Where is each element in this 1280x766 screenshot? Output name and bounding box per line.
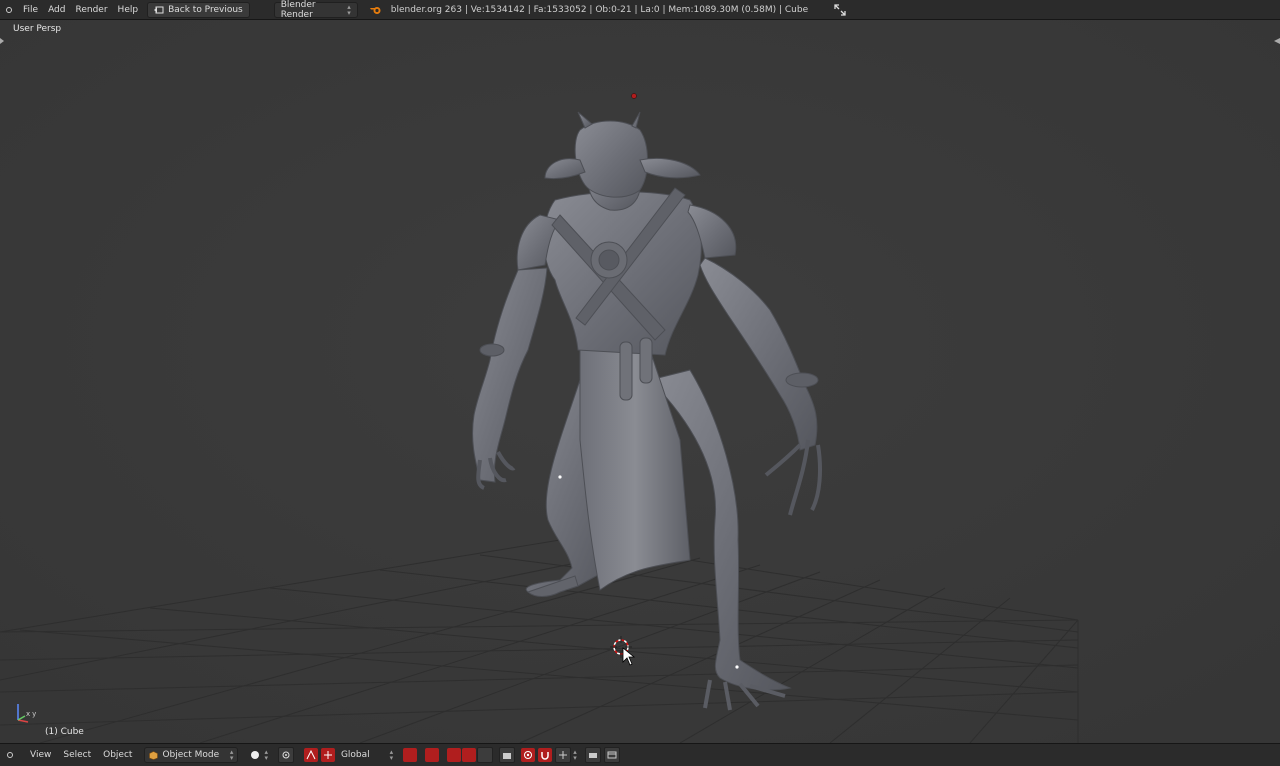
view-perspective-label: User Persp	[13, 24, 62, 34]
menu-render[interactable]: Render	[71, 0, 113, 19]
axis-labels: xy	[26, 710, 36, 718]
back-to-previous-label: Back to Previous	[168, 4, 243, 15]
scene-stats: blender.org 263 | Ve:1534142 | Fa:153305…	[390, 4, 809, 15]
updown-icon: ▴ ▾	[573, 748, 577, 762]
viewport-shading-icon[interactable]	[248, 748, 262, 762]
updown-icon: ▴ ▾	[347, 2, 351, 17]
editor-type-icon[interactable]	[0, 751, 18, 759]
translate-manipulator-icon[interactable]	[320, 748, 335, 762]
3d-viewport[interactable]: User Persp xy (1) Cube	[0, 20, 1280, 743]
editor-type-icon[interactable]	[0, 0, 18, 19]
layer-button-4[interactable]	[462, 748, 477, 762]
pivot-point-icon[interactable]	[277, 747, 294, 763]
object-mode-icon	[149, 750, 159, 760]
menu-file[interactable]: File	[18, 0, 43, 19]
layer-button-1[interactable]	[403, 748, 418, 762]
layer-button-2[interactable]	[425, 748, 440, 762]
back-icon	[154, 6, 164, 14]
menu-select[interactable]: Select	[57, 750, 97, 760]
transform-orientation-select[interactable]: Global ▴ ▾	[335, 748, 399, 762]
render-animation-icon[interactable]	[603, 747, 620, 763]
top-header: File Add Render Help Back to Previous Bl…	[0, 0, 1280, 20]
menu-add[interactable]: Add	[43, 0, 70, 19]
updown-icon: ▴ ▾	[389, 748, 394, 762]
object-origin-dot	[631, 93, 637, 99]
snap-element-icon[interactable]	[555, 747, 572, 763]
menu-help[interactable]: Help	[113, 0, 144, 19]
render-engine-value: Blender Render	[280, 0, 316, 20]
render-engine-select[interactable]: Blender Render ▴ ▾	[273, 0, 358, 20]
proportional-edit-icon[interactable]	[521, 748, 536, 762]
axis-y-label: y	[32, 710, 37, 718]
active-object-label: (1) Cube	[45, 727, 84, 737]
layer-button-5[interactable]	[477, 747, 494, 763]
layer-button-3[interactable]	[447, 748, 462, 762]
manipulator-toggle-icon[interactable]	[303, 748, 318, 762]
orientation-value: Global	[340, 750, 370, 760]
menu-object[interactable]: Object	[97, 750, 138, 760]
viewport-header: View Select Object Object Mode ▴ ▾ ▴ ▾ Glo…	[0, 743, 1280, 766]
snap-magnet-icon[interactable]	[538, 748, 553, 762]
axis-x-label: x	[26, 710, 31, 718]
mode-select[interactable]: Object Mode ▴ ▾	[144, 747, 239, 763]
render-still-icon[interactable]	[584, 747, 601, 763]
mode-value: Object Mode	[162, 750, 220, 760]
updown-icon: ▴ ▾	[264, 748, 268, 762]
back-to-previous-button[interactable]: Back to Previous	[147, 1, 250, 18]
viewport-scene	[0, 20, 1280, 743]
blender-logo-icon	[366, 0, 386, 19]
fullscreen-icon[interactable]	[829, 0, 851, 19]
updown-icon: ▴ ▾	[229, 748, 234, 762]
menu-view[interactable]: View	[24, 750, 57, 760]
lock-layers-icon[interactable]	[499, 747, 516, 763]
